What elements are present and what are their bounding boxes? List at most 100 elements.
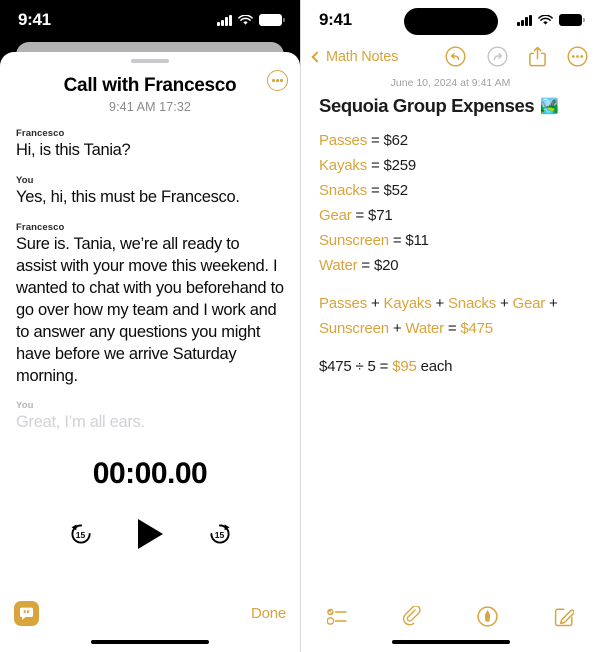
skip-forward-label: 15	[214, 530, 225, 541]
math-variable: Kayaks	[383, 294, 432, 312]
nav-actions	[445, 46, 588, 67]
skip-forward-15-button[interactable]: 15	[207, 521, 233, 547]
math-assignment-line: Kayaks = $259	[319, 156, 582, 176]
transcript-text: Great, I’m all ears.	[16, 413, 145, 432]
cellular-signal-icon	[217, 14, 232, 26]
chevron-left-icon	[311, 50, 323, 63]
math-variable: Gear	[512, 294, 546, 312]
battery-icon	[559, 14, 585, 26]
math-division-line: $475 ÷ 5 = $95 each	[319, 357, 582, 377]
transcript-entry: You Great, I’m all ears.	[16, 400, 284, 434]
wifi-icon	[238, 14, 253, 25]
audio-player: 00:00.00 15 15	[0, 457, 300, 550]
math-value: = $20	[361, 256, 399, 274]
back-to-folder-button[interactable]: Math Notes	[311, 48, 399, 65]
math-variable: Passes	[319, 132, 367, 149]
math-sum-line-2: Sunscreen + Water = $475	[319, 319, 582, 339]
note-body[interactable]: Sequoia Group Expenses 🏞️ Passes = $62 K…	[301, 89, 600, 594]
math-variable: Kayaks	[319, 156, 367, 174]
status-bar-indicators	[517, 14, 585, 26]
math-operator: +	[496, 294, 513, 312]
attachment-button[interactable]	[403, 606, 421, 627]
note-title-text: Sequoia Group Expenses	[319, 95, 535, 116]
undo-button[interactable]	[445, 46, 466, 67]
math-value: = $62	[370, 132, 408, 149]
math-assignment-line: Sunscreen = $11	[319, 231, 582, 251]
math-operator: =	[443, 319, 461, 337]
cellular-signal-icon	[517, 14, 532, 26]
math-operator: +	[388, 319, 406, 337]
transcript-toggle-button[interactable]	[14, 601, 39, 626]
redo-button[interactable]	[487, 46, 508, 67]
right-status-bar: 9:41	[301, 0, 600, 40]
dynamic-island	[403, 8, 498, 35]
landscape-emoji-icon: 🏞️	[540, 98, 559, 115]
note-title: Sequoia Group Expenses 🏞️	[319, 95, 582, 117]
transcript-list[interactable]: Francesco Hi, is this Tania? You Yes, hi…	[0, 114, 300, 447]
notes-nav-bar: Math Notes	[301, 40, 600, 75]
math-assignment-line: Gear = $71	[319, 206, 582, 226]
math-value: = $11	[392, 231, 429, 249]
math-variable: Passes	[319, 294, 367, 312]
line-spacer	[319, 281, 582, 294]
wifi-icon	[538, 14, 553, 25]
done-button[interactable]: Done	[251, 605, 286, 622]
call-subtitle: 9:41 AM 17:32	[109, 100, 191, 114]
math-value: = $71	[355, 206, 393, 224]
left-status-bar: 9:41	[0, 0, 300, 40]
playback-timer: 00:00.00	[92, 457, 208, 491]
math-variable: Gear	[319, 206, 352, 224]
math-value: = $259	[370, 156, 417, 174]
battery-icon	[259, 14, 285, 26]
notes-toolbar	[301, 594, 600, 640]
markup-button[interactable]	[477, 606, 498, 627]
math-operator: +	[431, 294, 448, 312]
home-indicator	[391, 639, 510, 644]
line-spacer	[319, 344, 582, 357]
transcript-speaker: Francesco	[16, 128, 65, 139]
math-division-result: $95	[392, 357, 417, 375]
playback-controls: 15 15	[0, 519, 300, 550]
math-variable: Water	[319, 256, 358, 274]
math-division-suffix: each	[416, 357, 453, 375]
home-indicator	[91, 639, 209, 644]
left-bottom-bar: Done	[0, 588, 300, 640]
play-button[interactable]	[137, 519, 163, 550]
transcript-text: Hi, is this Tania?	[16, 141, 131, 159]
math-variable: Sunscreen	[319, 319, 389, 337]
math-assignment-line: Water = $20	[319, 256, 582, 276]
call-header: Call with Francesco 9:41 AM 17:32	[0, 63, 300, 114]
math-sum-line-1: Passes + Kayaks + Snacks + Gear +	[319, 294, 582, 314]
math-variable: Water	[405, 319, 444, 337]
math-assignment-line: Snacks = $52	[319, 181, 582, 201]
back-button-label: Math Notes	[326, 48, 399, 65]
math-operator: +	[545, 294, 558, 312]
math-variable: Snacks	[448, 294, 496, 312]
math-operator: +	[367, 294, 384, 312]
transcript-speaker: You	[16, 400, 34, 412]
math-value: = $52	[370, 181, 408, 199]
skip-back-15-button[interactable]: 15	[68, 521, 94, 547]
skip-back-label: 15	[75, 530, 86, 541]
right-phone-screen: 9:41 Math Notes June 10, 2024 at 9:41 AM…	[300, 0, 600, 652]
math-notes-content: Passes = $62 Kayaks = $259 Snacks = $52 …	[319, 131, 582, 376]
note-date: June 10, 2024 at 9:41 AM	[390, 77, 511, 89]
call-recording-sheet: Call with Francesco 9:41 AM 17:32 France…	[0, 52, 300, 652]
more-button[interactable]	[567, 46, 588, 67]
transcript-entry: You Yes, hi, this must be Francesco.	[16, 175, 284, 209]
transcript-entry: Francesco Sure is. Tania, we’re all read…	[16, 222, 284, 388]
transcript-entry: Francesco Hi, is this Tania?	[16, 128, 284, 162]
transcript-text: Yes, hi, this must be Francesco.	[16, 187, 240, 206]
left-phone-screen: 9:41 Call with Francesco 9:41 AM 17:32 F…	[0, 0, 300, 652]
more-options-button[interactable]	[267, 70, 288, 91]
compose-button[interactable]	[554, 607, 574, 627]
checklist-button[interactable]	[327, 608, 347, 625]
quote-bubble-icon	[20, 607, 33, 620]
math-sum-result: $475	[460, 319, 493, 337]
transcript-text: Sure is. Tania, we’re all ready to assis…	[16, 234, 284, 385]
status-bar-indicators	[217, 14, 285, 26]
call-title: Call with Francesco	[63, 75, 237, 96]
math-variable: Snacks	[319, 181, 367, 199]
transcript-speaker: You	[16, 174, 34, 186]
share-button[interactable]	[529, 46, 546, 67]
